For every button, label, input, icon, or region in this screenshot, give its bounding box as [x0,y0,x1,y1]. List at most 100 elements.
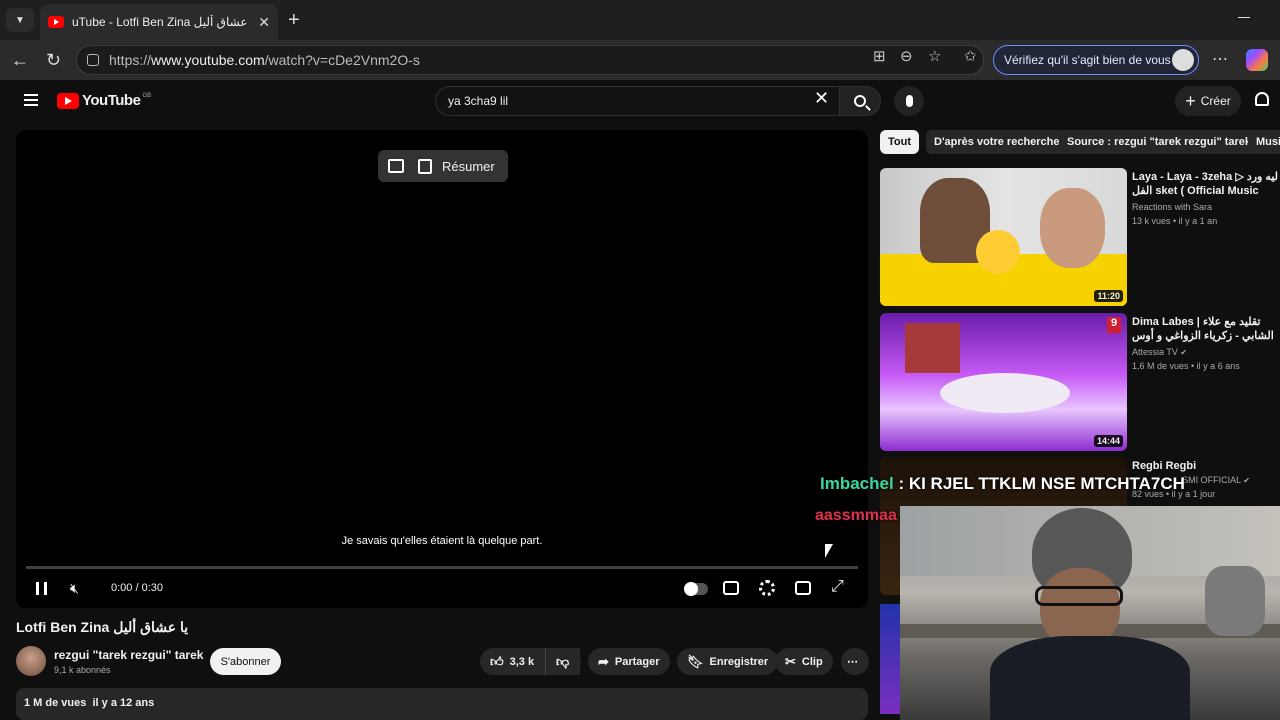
video-subtitle: Je savais qu'elles étaient là quelque pa… [341,535,543,547]
verify-label: Vérifiez qu'il s'agit bien de vous [1004,53,1171,67]
thumbs-down-icon: 👎︎ [556,653,570,669]
subscriber-count: 9,1 k abonnés [54,665,111,675]
video-thumbnail[interactable]: 9 14:44 [880,313,1127,451]
site-info-icon[interactable] [87,54,99,66]
channel-name[interactable]: rezgui "tarek rezgui" tarek [54,648,203,662]
scissors-icon: ✂ [785,653,796,669]
more-icon: ⋯ [847,656,858,668]
back-button[interactable]: ← [11,50,29,71]
logo-text: YouTube [82,92,141,109]
channel-avatar[interactable] [16,646,46,676]
create-button[interactable]: + Créer [1175,86,1241,116]
chevron-down-icon: ▼ [15,14,25,26]
progress-bar[interactable] [26,566,858,569]
description-box[interactable]: 1 M de vues il y a 12 ans [16,688,868,720]
search-query: ya 3cha9 lil [448,94,509,108]
voice-search-button[interactable] [894,86,924,116]
plus-icon: + [1185,90,1196,111]
pause-icon[interactable] [36,582,47,595]
clip-label: Clip [801,655,823,668]
video-thumbnail[interactable] [880,604,900,714]
address-url: https://www.youtube.com/watch?v=cDe2Vnm2… [109,52,420,68]
video-player[interactable]: Résumer Je savais qu'elles étaient là qu… [16,130,868,608]
browser-tab-bar: ▼ uTube - Lotfi Ben Zina یا عشاق ألیل ✕ … [0,0,1280,40]
chat-username: Imbachel [820,474,894,493]
tab-title: uTube - Lotfi Ben Zina یا عشاق ألیل [72,15,253,29]
copilot-icon[interactable] [1246,49,1268,71]
chat-text: : KI RJEL TTKLM NSE MTCHTA7CH [898,474,1185,493]
verified-icon: ✔ [1180,348,1188,357]
search-button[interactable] [839,86,881,116]
browser-toolbar: ← ↻ https://www.youtube.com/watch?v=cDe2… [0,40,1280,80]
youtube-logo[interactable]: YouTube GB [57,92,151,109]
like-count: 3,3 k [509,655,535,668]
minimize-window-button[interactable] [1238,17,1250,18]
chip-source[interactable]: Source : rezgui "tarek rezgui" tarek [1059,130,1260,154]
notifications-icon[interactable] [1255,92,1269,106]
settings-icon[interactable] [759,580,775,596]
youtube-header: YouTube GB ya 3cha9 lil ✕ + Créer [0,80,1280,122]
verified-icon: ✔ [1243,476,1250,485]
miniplayer-icon [388,159,404,173]
share-label: Partager [614,655,660,668]
reload-button[interactable]: ↻ [46,50,61,71]
autoplay-toggle[interactable] [684,582,708,596]
recommendation-item[interactable]: 11:20 Laya - Laya - 3zeha ▷ ليه ورد الفل… [880,168,1280,306]
chip-related[interactable]: D'après votre recherche [926,130,1068,154]
summary-icon [418,158,432,174]
recommendation-channel[interactable]: SMI OFFICIAL ✔ [1182,475,1250,485]
theater-mode-icon[interactable] [795,581,811,595]
clear-search-icon[interactable]: ✕ [814,88,829,109]
new-tab-button[interactable]: + [288,9,300,32]
microphone-icon [905,95,913,107]
favorite-star-icon[interactable]: ☆ [928,47,941,65]
muted-volume-icon[interactable]: 🔇︎ [70,580,79,597]
browser-tab[interactable]: uTube - Lotfi Ben Zina یا عشاق ألیل ✕ [40,4,278,40]
recommendation-channel[interactable]: Attessia TV ✔ [1132,347,1187,357]
youtube-favicon-icon [48,16,64,28]
chat-overlay-message: Imbachel : KI RJEL TTKLM NSE MTCHTA7CH [820,474,1185,494]
resume-button[interactable]: Résumer [378,150,508,182]
search-input[interactable]: ya 3cha9 lil [435,86,839,116]
recommendation-channel[interactable]: Reactions with Sara [1132,202,1212,212]
bookmark-icon: 🔖︎ [687,653,704,669]
profile-verify-button[interactable]: Vérifiez qu'il s'agit bien de vous [993,45,1199,75]
player-controls: 🔇︎ 0:00 / 0:30 ⤢ [16,574,868,604]
tab-actions-menu-button[interactable]: ▼ [6,8,34,32]
more-menu-icon[interactable]: ⋯ [1212,49,1229,69]
subtitles-icon[interactable] [723,581,739,595]
video-title: Lotfi Ben Zina یا عشاق ألیل [16,619,189,635]
clip-button[interactable]: ✂ Clip [775,648,833,675]
app-available-icon[interactable]: ⊞ [873,47,886,65]
chip-all[interactable]: Tout [880,130,920,154]
chat-overlay-username: aassmmaa [815,507,897,524]
video-thumbnail[interactable]: 11:20 [880,168,1127,306]
upload-age: il y a 12 ans [92,697,155,709]
video-duration: 14:44 [1093,435,1123,447]
share-button[interactable]: ➦ Partager [588,648,670,675]
dislike-button[interactable]: 👎︎ [545,648,581,675]
view-count: 1 M de vues [24,697,87,709]
resume-label: Résumer [442,158,495,174]
profile-avatar [1172,49,1194,71]
time-display: 0:00 / 0:30 [111,582,163,594]
recommendation-title[interactable]: Regbi Regbi [1132,459,1280,473]
video-duration: 11:20 [1094,290,1123,302]
chip-music[interactable]: Music [1248,130,1280,154]
save-button[interactable]: 🔖︎ Enregistrer [677,648,779,675]
logo-region: GB [142,92,152,99]
save-label: Enregistrer [709,655,769,668]
recommendation-item[interactable]: 9 14:44 Dima Labes | تقليد مع علاء الشاب… [880,313,1280,451]
subscribe-button[interactable]: S'abonner [210,648,281,675]
favorites-icon[interactable]: ✩ [964,47,977,65]
more-actions-button[interactable]: ⋯ [841,648,869,675]
youtube-play-icon [57,92,79,109]
fullscreen-icon[interactable]: ⤢ [831,578,844,596]
close-tab-icon[interactable]: ✕ [258,14,270,31]
zoom-icon[interactable]: ⊖ [900,47,913,65]
recommendation-title[interactable]: Laya - Laya - 3zeha ▷ ليه ورد الفل sket … [1132,170,1280,198]
address-bar[interactable]: https://www.youtube.com/watch?v=cDe2Vnm2… [76,45,984,75]
recommendation-title[interactable]: Dima Labes | تقليد مع علاء الشابي - زكري… [1132,315,1280,343]
mouse-cursor [825,544,833,558]
menu-icon[interactable] [24,94,38,109]
